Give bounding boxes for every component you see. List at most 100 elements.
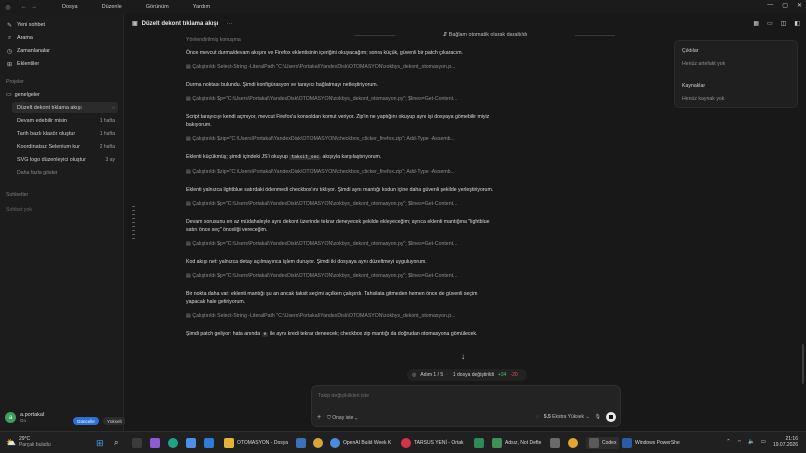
thread-item[interactable]: SVG logo düzenleyici oluştur 3 ay (12, 154, 118, 165)
projects-heading: Projeler (6, 79, 24, 85)
pinned-app[interactable] (150, 437, 160, 449)
command-run-item[interactable]: ▤ Çalıştırıldı $p="C:\Users\Portakal\Yan… (186, 240, 496, 248)
command-run-item[interactable]: ▤ Çalıştırıldı $p="C:\Users\Portakal\Yan… (186, 95, 496, 103)
taskview-button[interactable] (132, 437, 142, 449)
pinned-app[interactable] (204, 437, 214, 449)
header-actions: ▦ ▭ ◫ ◧ (753, 20, 800, 27)
panel-icon[interactable]: ▭ (767, 20, 773, 27)
battery-icon[interactable]: ▭ (761, 439, 766, 446)
maximize-icon[interactable]: ▢ (782, 2, 788, 9)
pinned-app[interactable] (313, 437, 323, 449)
app-icon (550, 438, 560, 448)
command-run-item[interactable]: ▤ Çalıştırıldı $zip="C:\Users\Portakal\Y… (186, 168, 496, 176)
pinned-app[interactable] (568, 437, 578, 449)
no-sources-text: Henüz kaynak yok (682, 96, 725, 102)
weather-icon: ⛅ (6, 438, 16, 447)
pinned-app[interactable] (168, 437, 178, 449)
command-run-item[interactable]: ▤ Çalıştırıldı Select-String -LiteralPat… (186, 63, 496, 71)
menu-file[interactable]: Dosya (55, 4, 85, 10)
start-button[interactable]: ⊞ (96, 437, 104, 449)
volume-icon[interactable]: 🔈 (748, 439, 755, 446)
mic-icon[interactable]: 🎙 (595, 414, 601, 420)
pinned-app[interactable] (474, 437, 484, 449)
taskbar-app[interactable]: Adsız, Not Defte (492, 437, 541, 449)
search-icon: ⌕ (114, 438, 119, 447)
no-artifacts-text: Henüz artefakt yok (682, 61, 726, 67)
search-button[interactable]: ⌕ (114, 437, 118, 449)
system-tray: ⌃ ⌔ 🔈 ▭ (726, 439, 766, 446)
side-panel: Çıktılar Henüz artefakt yok Kaynaklar He… (674, 40, 798, 108)
step-status-chip[interactable]: ◎ Adım 1 / 5 · 1 dosya değiştirildi +34 … (407, 369, 527, 381)
assistant-message: Eklenti küçükmüş; şimdi içindeki JS'i ok… (186, 154, 382, 160)
folder-icon (224, 438, 234, 448)
app-icon (474, 438, 484, 448)
back-icon[interactable]: ← (19, 4, 29, 10)
composer[interactable]: Takip değişiklikleri iste + ⛉ Onay iste … (311, 385, 621, 427)
user-plan: Go (20, 418, 27, 423)
assistant-message: Kod akışı net: yalnızca detay açılmayınc… (186, 259, 427, 265)
command-run-item[interactable]: ▤ Çalıştırıldı $zip="C:\Users\Portakal\Y… (186, 135, 496, 143)
pinned-app[interactable] (186, 437, 196, 449)
sidebar-item-new-chat[interactable]: ✎ Yeni sohbet (6, 20, 45, 30)
show-more-link[interactable]: Daha fazla göster (17, 170, 58, 176)
sidebar-item-search[interactable]: ⌕ Arama (6, 33, 33, 43)
clock[interactable]: 21:16 19.07.2026 (773, 436, 798, 448)
check-icon: ◎ (412, 372, 417, 378)
sidebar-item-scheduled[interactable]: ◷ Zamanlanalar (6, 46, 50, 56)
stop-button[interactable] (606, 412, 616, 422)
minimize-icon[interactable]: — (767, 2, 773, 9)
grid-view-icon[interactable]: ▦ (753, 20, 759, 27)
assistant-message: Önce mevcut durma/devam akışını ve Firef… (186, 50, 464, 56)
upgrade-button[interactable]: Güncelle (73, 417, 99, 425)
thread-item[interactable]: Devam edebilir misin 1 hafta (12, 115, 118, 126)
sidebar: ✎ Yeni sohbet ⌕ Arama ◷ Zamanlanalar ⊞ Eklen… (0, 14, 124, 431)
more-options-icon[interactable]: ··· (226, 21, 232, 27)
outline-marker[interactable] (132, 206, 135, 242)
outputs-heading: Çıktılar (682, 48, 699, 54)
taskbar-app[interactable]: OTOMASYON - Dosya (224, 437, 288, 449)
thread-item-active[interactable]: Düzelt dekont tıklama akışı ◌ (12, 102, 118, 113)
sidebar-item-plugins[interactable]: ⊞ Eklentiler (6, 59, 39, 69)
menu-edit[interactable]: Düzenle (95, 4, 129, 10)
menu-view[interactable]: Görünüm (139, 4, 176, 10)
assistant-message: Eklenti yalnızca lightblue satırdaki öde… (186, 187, 494, 193)
upgrade-badge[interactable]: Yükselt (103, 417, 126, 425)
close-icon[interactable]: ✕ (797, 2, 802, 9)
add-icon[interactable]: + (317, 414, 321, 421)
app-logo-icon: ◎ (5, 4, 11, 11)
pinned-app[interactable] (296, 437, 306, 449)
taskbar-app-active[interactable]: Codex (586, 437, 620, 449)
command-run-item[interactable]: ▤ Çalıştırıldı $p="C:\Users\Portakal\Yan… (186, 272, 496, 280)
store-icon (186, 438, 196, 448)
taskbar-app[interactable]: Windows PowerShe (622, 437, 680, 449)
assistant-message: Devam sorusunu en az müdahaleyle aynı de… (186, 219, 490, 233)
command-run-item[interactable]: ▤ Çalıştırıldı $p="C:\Users\Portakal\Yan… (186, 200, 496, 208)
conversation-header: ▣ Düzelt dekont tıklama akışı ··· (132, 20, 232, 28)
command-run-item[interactable]: ▤ Çalıştırıldı Select-String -LiteralPat… (186, 312, 496, 320)
chats-heading: Sohbetler (6, 192, 29, 198)
taskbar-app[interactable]: TARSUS YENİ - Ortak (401, 437, 464, 449)
split-view-icon[interactable]: ◫ (781, 20, 787, 27)
thread-item[interactable]: Tarih bazlı klasör oluştur 1 hafta (12, 128, 118, 139)
chevron-up-icon[interactable]: ⌃ (726, 439, 731, 446)
app-icon (296, 438, 306, 448)
taskbar-app[interactable]: OpenAI Build Week K (330, 437, 391, 449)
codex-icon (589, 438, 599, 448)
project-item[interactable]: ▭ genelgeler (6, 91, 40, 99)
forward-icon[interactable]: → (29, 4, 39, 10)
thread-item[interactable]: Koordinatsız Selenium kur 2 hafta (12, 141, 118, 152)
assistant-message: Bir nokta daha var: eklenti mantığı şu a… (186, 291, 478, 305)
scroll-down-icon[interactable]: ↓ (461, 352, 465, 361)
scrollbar[interactable] (802, 344, 804, 384)
pinned-app[interactable] (550, 437, 560, 449)
model-selector[interactable]: 5.5 Ekstra Yüksek ⌄ (544, 414, 590, 420)
user-profile[interactable]: a a.portakal Go (5, 412, 44, 423)
sources-heading: Kaynaklar (682, 83, 706, 89)
approval-dropdown[interactable]: ⛉ Onay iste ⌄ (327, 415, 357, 421)
message-input[interactable]: Takip değişiklikleri iste (318, 393, 369, 399)
weather-widget[interactable]: ⛅ 29°C Parçalı bulutlu (6, 436, 51, 448)
menu-help[interactable]: Yardım (186, 4, 217, 10)
network-icon[interactable]: ⌔ (737, 439, 742, 446)
chrome-icon (568, 438, 578, 448)
sidebar-toggle-icon[interactable]: ◧ (794, 20, 800, 27)
